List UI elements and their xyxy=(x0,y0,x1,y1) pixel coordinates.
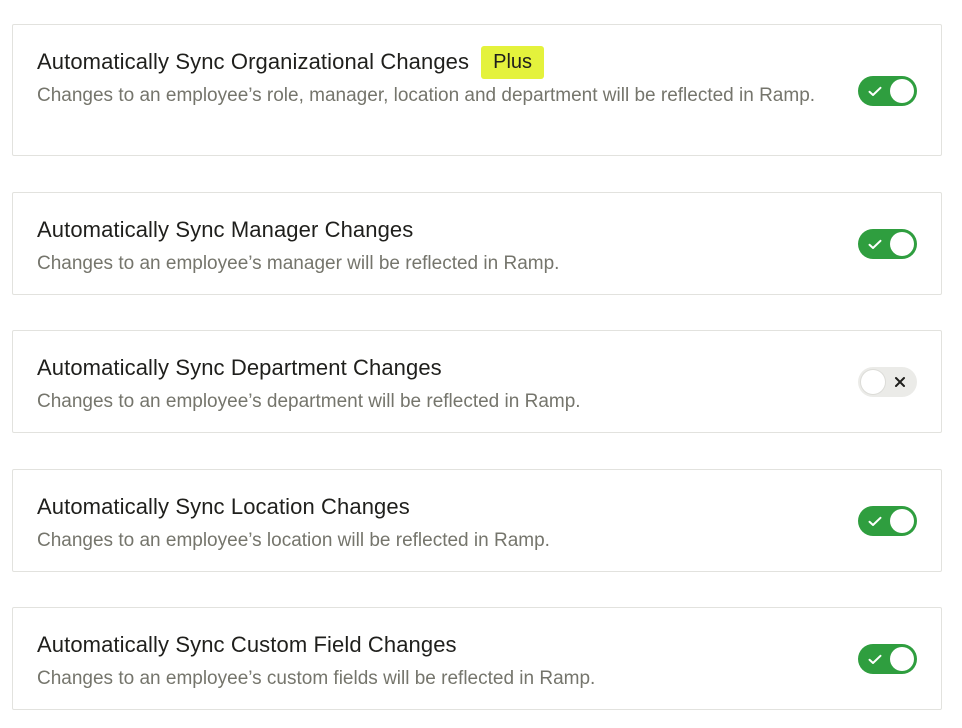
toggle-manager-changes[interactable] xyxy=(858,229,917,259)
x-icon xyxy=(889,367,911,397)
setting-card-location-changes: Automatically Sync Location Changes Chan… xyxy=(12,469,942,572)
setting-title: Automatically Sync Custom Field Changes xyxy=(37,632,457,657)
setting-text: Automatically Sync Organizational Change… xyxy=(37,45,827,111)
setting-card-department-changes: Automatically Sync Department Changes Ch… xyxy=(12,330,942,433)
toggle-knob xyxy=(890,232,914,256)
setting-title: Automatically Sync Manager Changes xyxy=(37,217,414,242)
check-icon xyxy=(864,229,886,259)
setting-title: Automatically Sync Location Changes xyxy=(37,494,410,519)
toggle-custom-field-changes[interactable] xyxy=(858,644,917,674)
setting-description: Changes to an employee’s location will b… xyxy=(37,530,550,551)
setting-card-manager-changes: Automatically Sync Manager Changes Chang… xyxy=(12,192,942,295)
toggle-department-changes[interactable] xyxy=(858,367,917,397)
setting-title: Automatically Sync Department Changes xyxy=(37,355,442,380)
setting-text: Automatically Sync Manager Changes Chang… xyxy=(37,213,827,279)
setting-description: Changes to an employee’s custom fields w… xyxy=(37,668,596,689)
toggle-knob xyxy=(890,509,914,533)
setting-text: Automatically Sync Custom Field Changes … xyxy=(37,628,827,694)
setting-title: Automatically Sync Organizational Change… xyxy=(37,49,470,74)
setting-description: Changes to an employee’s role, manager, … xyxy=(37,85,816,106)
toggle-knob xyxy=(890,647,914,671)
toggle-location-changes[interactable] xyxy=(858,506,917,536)
check-icon xyxy=(864,506,886,536)
setting-card-custom-field-changes: Automatically Sync Custom Field Changes … xyxy=(12,607,942,710)
toggle-org-changes[interactable] xyxy=(858,76,917,106)
setting-description: Changes to an employee’s manager will be… xyxy=(37,253,560,274)
setting-description: Changes to an employee’s department will… xyxy=(37,391,581,412)
setting-text: Automatically Sync Department Changes Ch… xyxy=(37,351,827,417)
toggle-knob xyxy=(861,370,885,394)
check-icon xyxy=(864,76,886,106)
setting-card-org-changes: Automatically Sync Organizational Change… xyxy=(12,24,942,156)
plus-badge: Plus xyxy=(481,45,545,79)
setting-title-row: Automatically Sync Organizational Change… xyxy=(37,45,827,79)
setting-title-row: Automatically Sync Custom Field Changes xyxy=(37,628,827,662)
setting-title-row: Automatically Sync Department Changes xyxy=(37,351,827,385)
setting-title-row: Automatically Sync Manager Changes xyxy=(37,213,827,247)
setting-text: Automatically Sync Location Changes Chan… xyxy=(37,490,827,556)
setting-title-row: Automatically Sync Location Changes xyxy=(37,490,827,524)
check-icon xyxy=(864,644,886,674)
toggle-knob xyxy=(890,79,914,103)
